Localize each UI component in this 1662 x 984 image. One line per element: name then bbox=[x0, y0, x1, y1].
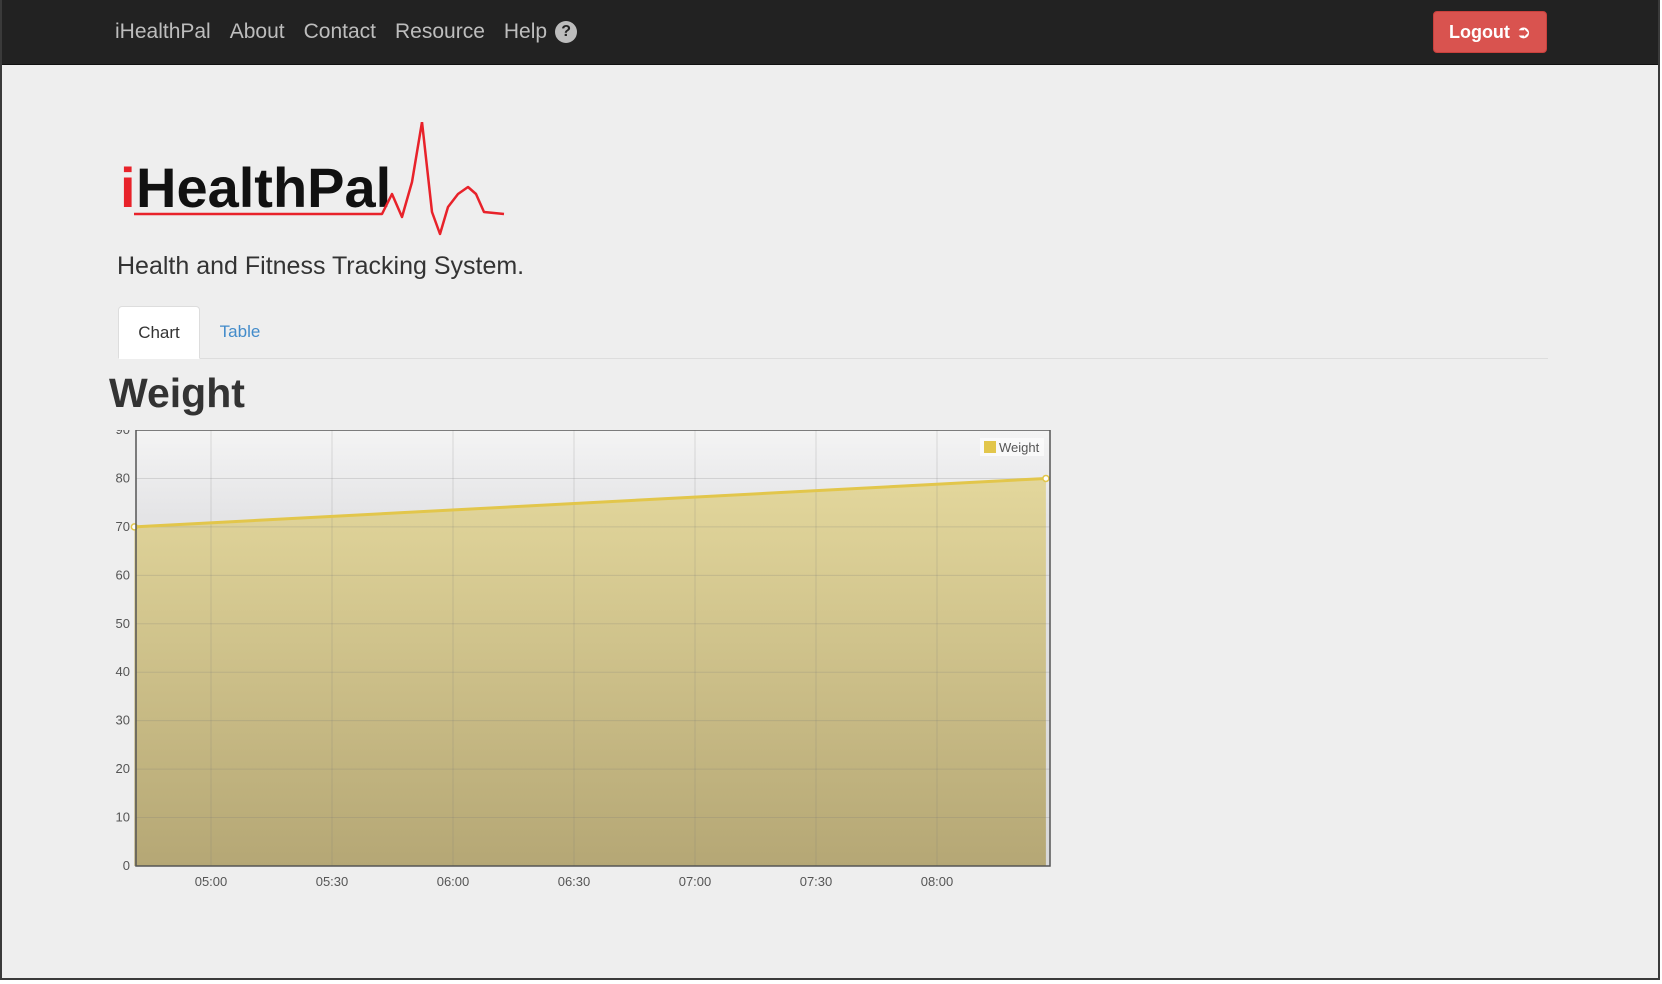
logo-wordmark: HealthPal bbox=[136, 156, 391, 219]
nav-links: iHealthPal About Contact Resource Help ? bbox=[115, 0, 596, 64]
tab-table[interactable]: Table bbox=[208, 306, 272, 358]
y-tick-label: 70 bbox=[116, 519, 130, 534]
sign-out-icon: ➲ bbox=[1515, 21, 1532, 42]
logout-label: Logout bbox=[1448, 21, 1510, 42]
x-tick-label: 08:00 bbox=[921, 874, 954, 889]
legend-label-weight: Weight bbox=[999, 440, 1040, 455]
nav-help-link[interactable]: Help ? bbox=[503, 20, 578, 44]
section-title: Weight bbox=[109, 370, 245, 416]
y-tick-label: 60 bbox=[116, 567, 130, 582]
ihealthpal-logo: i HealthPal bbox=[120, 120, 540, 242]
legend-swatch-weight bbox=[984, 441, 996, 453]
y-tick-label: 30 bbox=[116, 713, 130, 728]
y-tick-label: 90 bbox=[116, 430, 130, 437]
x-tick-label: 06:00 bbox=[437, 874, 470, 889]
question-circle-icon: ? bbox=[555, 21, 578, 43]
x-tick-label: 07:00 bbox=[679, 874, 712, 889]
tab-chart[interactable]: Chart bbox=[118, 306, 200, 359]
weight-chart: 0 10 20 30 40 50 60 70 80 90 05:00 05:30 06:00 06:30 0… bbox=[102, 422, 1122, 940]
x-tick-label: 06:30 bbox=[558, 874, 591, 889]
nav-brand-link[interactable]: iHealthPal bbox=[115, 20, 211, 44]
app-window: iHealthPal About Contact Resource Help ?… bbox=[0, 0, 1660, 980]
x-tick-label: 05:00 bbox=[195, 874, 228, 889]
nav-resource-link[interactable]: Resource bbox=[395, 20, 485, 44]
x-tick-label: 07:30 bbox=[800, 874, 833, 889]
y-tick-label: 50 bbox=[116, 616, 130, 631]
nav-about-link[interactable]: About bbox=[230, 20, 285, 44]
y-tick-label: 0 bbox=[123, 858, 130, 873]
top-navbar: iHealthPal About Contact Resource Help ?… bbox=[2, 0, 1658, 65]
tagline: Health and Fitness Tracking System. bbox=[117, 252, 525, 280]
nav-contact-link[interactable]: Contact bbox=[304, 20, 376, 44]
y-tick-label: 80 bbox=[116, 470, 130, 485]
x-tick-label: 05:30 bbox=[316, 874, 349, 889]
y-tick-label: 40 bbox=[116, 664, 130, 679]
y-tick-label: 20 bbox=[116, 761, 130, 776]
view-tabs: Chart Table bbox=[118, 306, 1548, 359]
weight-chart-svg: 0 10 20 30 40 50 60 70 80 90 05:00 05:30 06:00 06:30 0… bbox=[116, 422, 1051, 889]
logout-button[interactable]: Logout ➲ bbox=[1433, 11, 1547, 53]
logo-letter-i: i bbox=[120, 156, 136, 219]
data-point bbox=[1042, 474, 1050, 483]
nav-help-label: Help bbox=[503, 20, 548, 43]
y-tick-label: 10 bbox=[116, 810, 130, 825]
logo-graphic: i HealthPal bbox=[120, 120, 505, 236]
